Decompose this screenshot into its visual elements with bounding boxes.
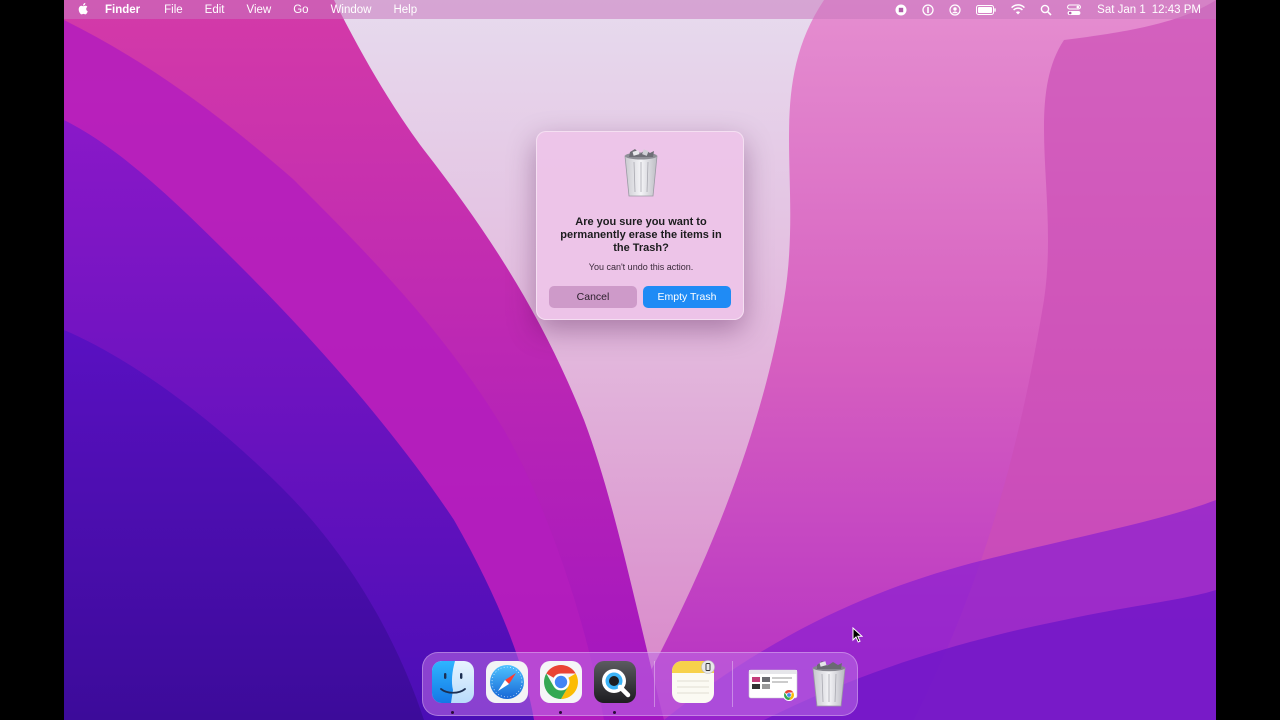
menu-view[interactable]: View [247,4,272,16]
dock [422,652,858,716]
dock-item-notes[interactable] [671,660,715,704]
dock-item-downloads-stack[interactable] [747,660,798,704]
user-account-icon[interactable] [949,3,961,16]
dock-item-quicktime[interactable] [593,660,637,704]
notes-icon [672,660,715,703]
running-indicator-quicktime [613,711,616,714]
chrome-icon [540,661,582,703]
control-center-icon[interactable] [1067,3,1082,16]
cancel-button[interactable]: Cancel [549,286,637,308]
dialog-message: You can't undo this action. [588,262,694,272]
dock-item-trash[interactable] [807,660,851,707]
running-indicator-chrome [559,711,562,714]
menu-clock[interactable]: Sat Jan 1 12:43 PM [1097,4,1201,16]
downloads-stack-icon [748,669,798,701]
trash-full-icon [623,148,659,203]
trash-full-icon [812,661,846,707]
one-password-icon[interactable] [922,3,934,16]
quicktime-icon [594,661,636,703]
menu-window[interactable]: Window [331,4,372,16]
desktop: Finder File Edit View Go Window Help Sat… [64,0,1216,720]
dialog-title: Are you sure you want to permanently era… [560,216,722,254]
safari-icon [486,661,528,703]
menu-help[interactable]: Help [393,4,417,16]
menu-date: Sat Jan 1 [1097,3,1146,16]
battery-icon[interactable] [976,4,996,15]
screen-record-icon[interactable] [895,4,907,16]
dock-item-safari[interactable] [485,660,529,704]
menu-bar: Finder File Edit View Go Window Help Sat… [64,0,1216,19]
apple-logo-icon[interactable] [78,2,89,18]
empty-trash-button[interactable]: Empty Trash [643,286,731,308]
mouse-cursor-icon [852,627,863,643]
wifi-icon[interactable] [1011,4,1026,15]
dock-item-finder[interactable] [431,660,475,704]
menu-edit[interactable]: Edit [205,4,225,16]
menu-app-name[interactable]: Finder [105,4,140,16]
running-indicator-finder [451,711,454,714]
finder-icon [432,661,474,703]
dock-separator [654,661,655,707]
dock-separator [732,661,733,707]
menu-go[interactable]: Go [293,4,308,16]
dock-item-chrome[interactable] [539,660,583,704]
empty-trash-dialog: Are you sure you want to permanently era… [536,131,744,320]
menu-time: 12:43 PM [1151,3,1201,16]
menu-file[interactable]: File [164,4,183,16]
wallpaper [64,0,1216,720]
spotlight-search-icon[interactable] [1040,4,1052,16]
